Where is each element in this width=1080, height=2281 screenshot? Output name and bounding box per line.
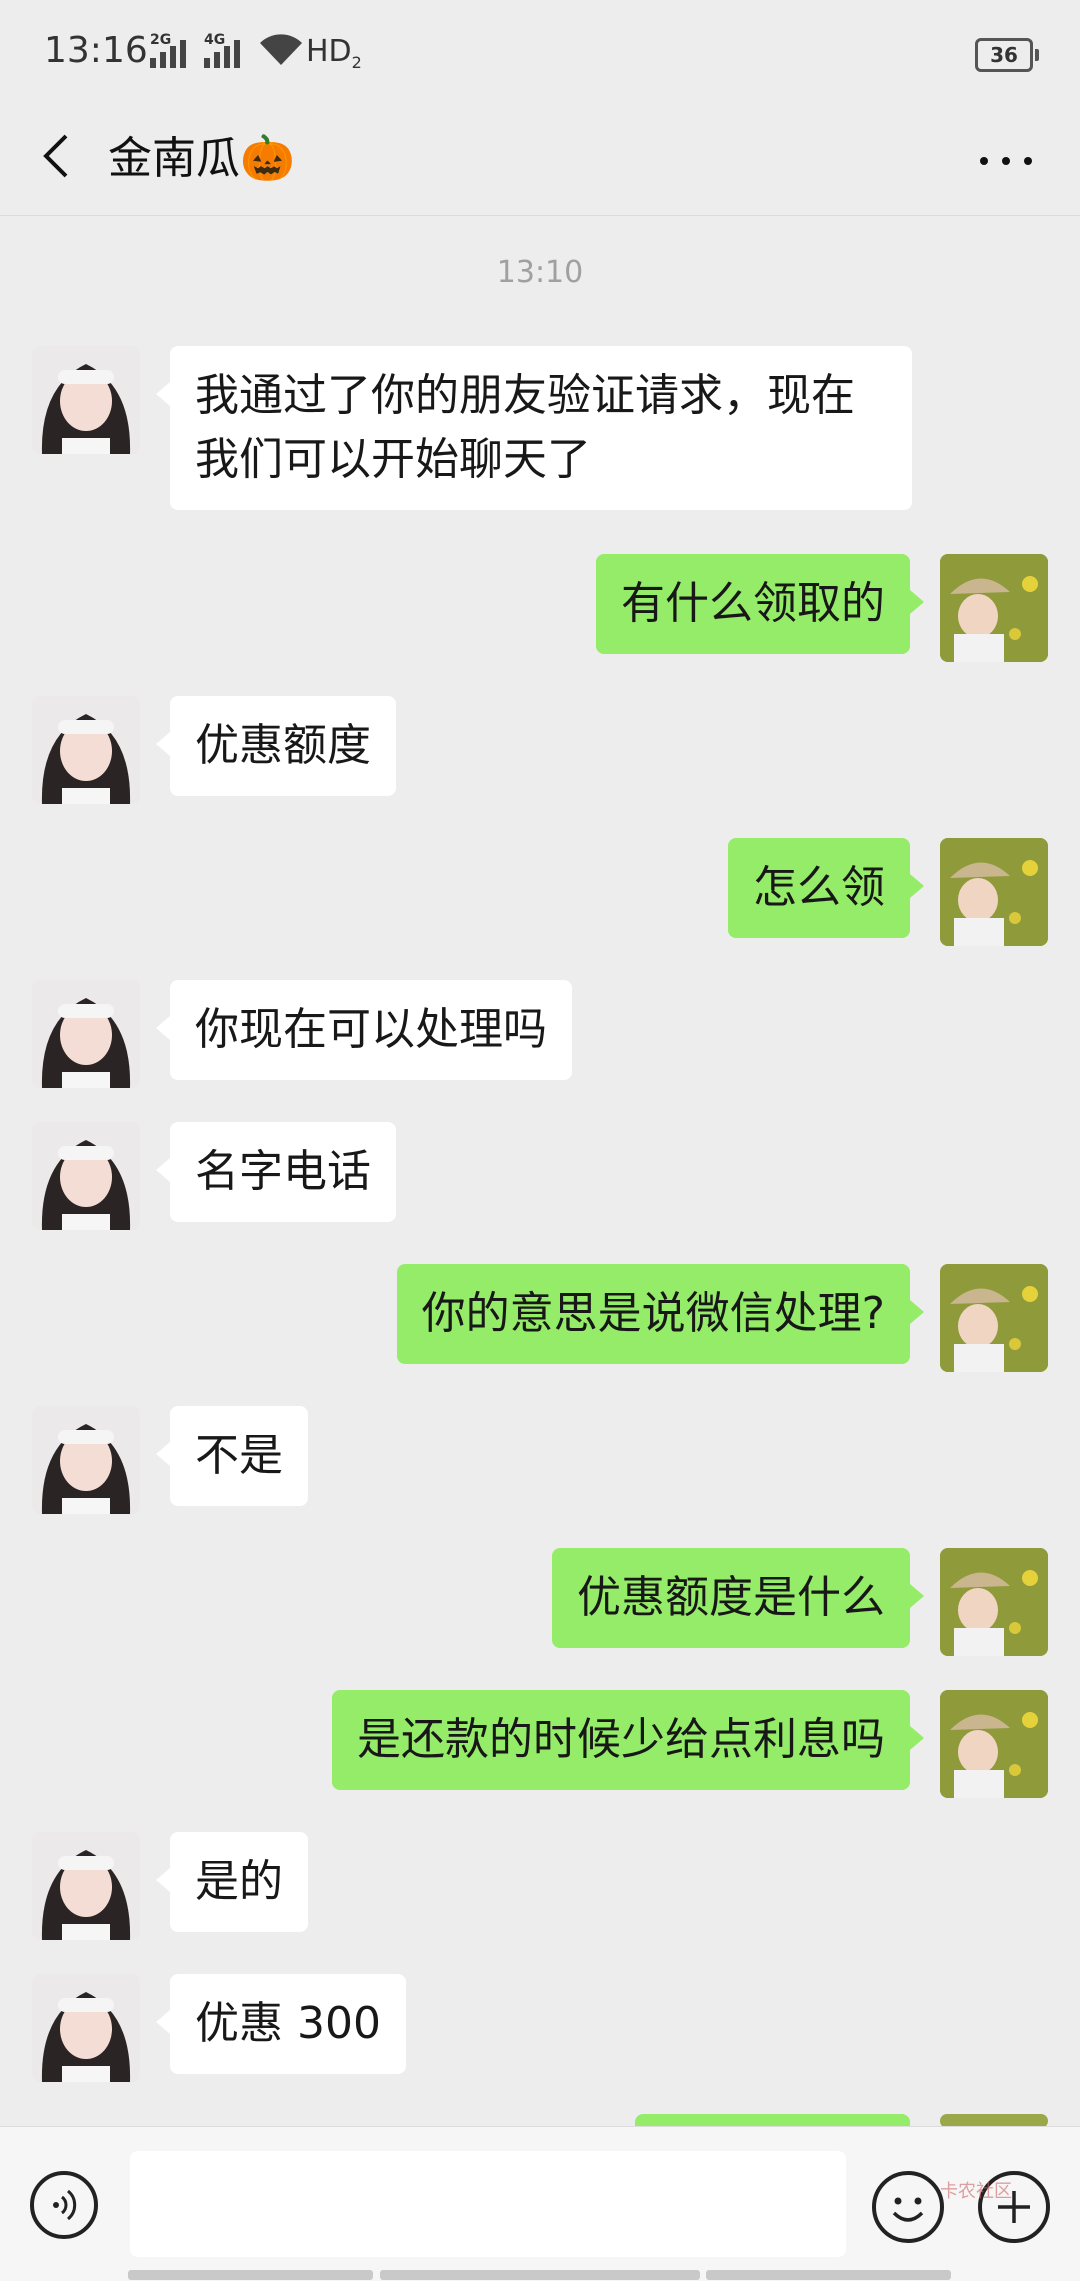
hd-indicator: HD2 <box>306 34 362 72</box>
more-dots-icon[interactable] <box>976 146 1036 176</box>
message-bubble-incoming[interactable]: 不是 <box>156 1406 308 1506</box>
nav-indicator <box>380 2270 700 2280</box>
battery-icon: 36 <box>975 38 1039 72</box>
message-bubble-outgoing[interactable]: 优惠额度是什么 <box>552 1548 924 1648</box>
my-avatar[interactable] <box>940 838 1048 946</box>
chat-title: 金南瓜🎃 <box>108 133 295 184</box>
status-time: 13:16 <box>44 30 148 71</box>
contact-avatar[interactable] <box>32 1406 140 1514</box>
emoji-icon <box>892 2197 924 2222</box>
wifi-icon <box>260 34 302 65</box>
contact-avatar[interactable] <box>32 696 140 804</box>
contact-avatar[interactable] <box>32 1974 140 2082</box>
contact-avatar[interactable] <box>32 1832 140 1940</box>
status-bar: 13:16 2G 4G HD2 36 <box>0 0 1080 110</box>
message-input[interactable] <box>130 2151 846 2257</box>
signal-2g-icon: 2G <box>150 32 186 68</box>
message-bubble-incoming[interactable]: 优惠 300 <box>156 1974 406 2074</box>
message-bubble-incoming[interactable]: 优惠额度 <box>156 696 396 796</box>
contact-avatar[interactable] <box>32 980 140 1088</box>
contact-avatar[interactable] <box>32 346 140 454</box>
nav-indicator <box>706 2270 951 2280</box>
message-bubble-outgoing[interactable]: 有什么领取的 <box>596 554 924 654</box>
message-bubble-incoming[interactable]: 我通过了你的朋友验证请求，现在 我们可以开始聊天了 <box>156 346 912 510</box>
contact-avatar[interactable] <box>32 1122 140 1230</box>
signal-4g-icon: 4G <box>204 32 240 68</box>
voice-icon <box>53 2189 77 2221</box>
message-bubble-incoming[interactable]: 你现在可以处理吗 <box>156 980 572 1080</box>
message-bubble-outgoing[interactable]: 怎么领 <box>728 838 924 938</box>
emoji-button[interactable] <box>872 2171 944 2243</box>
my-avatar[interactable] <box>940 1548 1048 1656</box>
my-avatar[interactable] <box>940 1264 1048 1372</box>
message-bubble-outgoing[interactable]: 你的意思是说微信处理? <box>396 1264 925 1364</box>
chat-timestamp: 13:10 <box>496 255 584 290</box>
voice-button[interactable] <box>30 2171 98 2239</box>
my-avatar[interactable] <box>940 1690 1048 1798</box>
input-bar: 卡农社区 <box>0 2126 1080 2281</box>
message-bubble-outgoing[interactable]: 是还款的时候少给点利息吗 <box>332 1690 924 1790</box>
back-icon[interactable] <box>36 126 76 186</box>
message-bubble-incoming[interactable]: 名字电话 <box>156 1122 396 1222</box>
message-bubble-incoming[interactable]: 是的 <box>156 1832 308 1932</box>
nav-indicator <box>128 2270 373 2280</box>
my-avatar[interactable] <box>940 554 1048 662</box>
watermark: 卡农社区 <box>940 2181 1012 2202</box>
chat-header: 金南瓜🎃 <box>0 110 1080 216</box>
